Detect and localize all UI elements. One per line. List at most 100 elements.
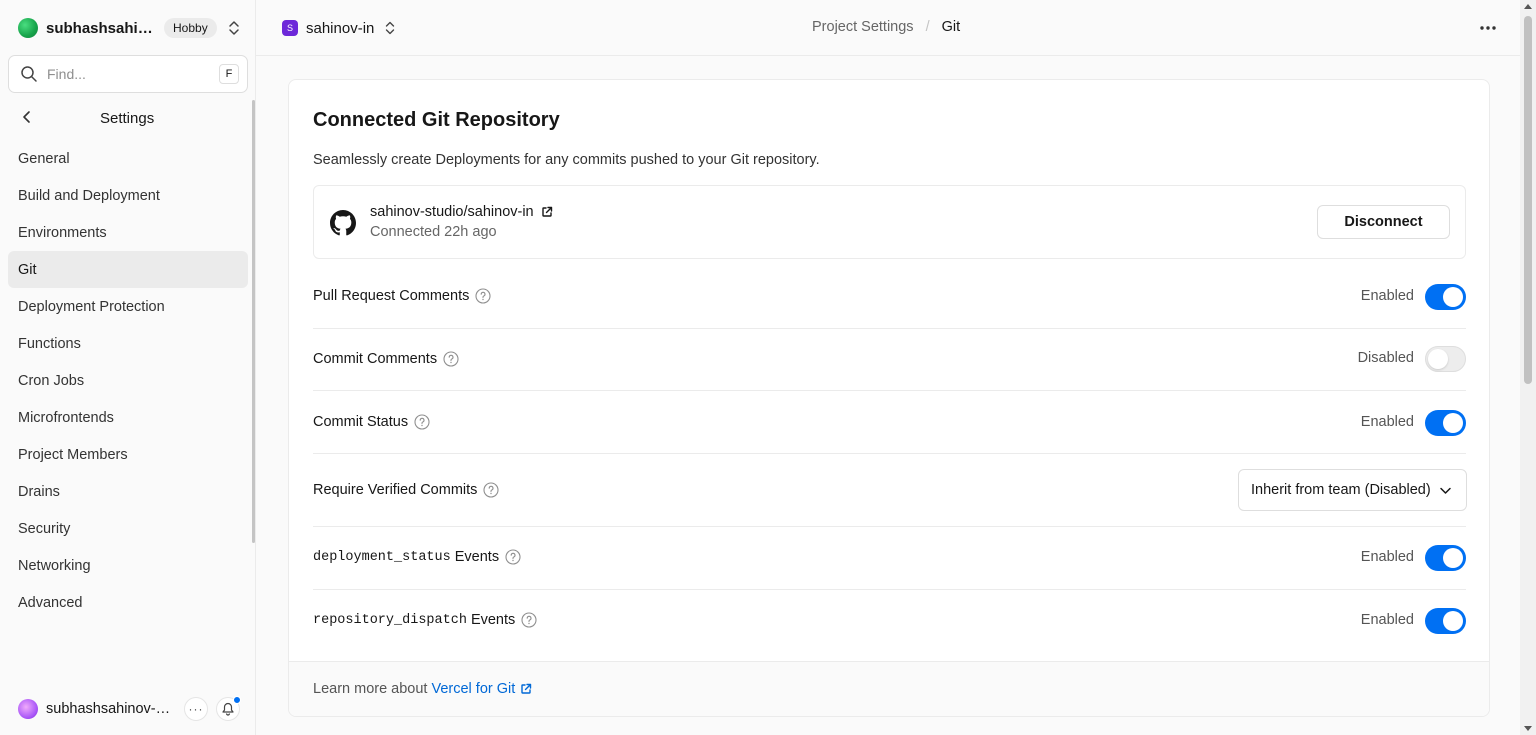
team-name: subhashsahinov's projects	[46, 19, 154, 37]
help-icon[interactable]	[505, 549, 521, 565]
chevron-up-down-icon[interactable]	[227, 20, 241, 36]
sidebar-item-git[interactable]: Git	[8, 251, 248, 288]
card-footer: Learn more about Vercel for Git	[289, 661, 1489, 716]
sidebar-item-environments[interactable]: Environments	[8, 214, 248, 251]
notification-dot	[233, 696, 241, 704]
search-icon	[21, 66, 37, 82]
footer-text: Learn more about Vercel for Git	[313, 681, 532, 697]
help-icon[interactable]	[443, 351, 459, 367]
sidebar-item-functions[interactable]: Functions	[8, 325, 248, 362]
scroll-down-arrow-icon[interactable]	[1524, 726, 1532, 731]
settings-title: Settings	[100, 110, 155, 127]
setting-label: Commit Comments	[313, 351, 459, 367]
sidebar: subhashsahinov's projects Hobby F Settin…	[0, 0, 256, 735]
vercel-for-git-link[interactable]: Vercel for Git	[431, 681, 515, 697]
sidebar-scrollbar[interactable]	[252, 100, 255, 543]
chevron-left-icon[interactable]	[20, 110, 34, 124]
repo-link[interactable]: sahinov-studio/sahinov-in	[370, 204, 553, 220]
setting-row-commit-status: Commit Status Enabled	[313, 391, 1466, 454]
search-box[interactable]: F	[8, 55, 248, 93]
setting-label: Commit Status	[313, 414, 430, 430]
setting-code: repository_dispatch	[313, 612, 467, 628]
setting-label-text: Events	[470, 612, 516, 628]
help-icon[interactable]	[483, 482, 499, 498]
setting-label: Pull Request Comments	[313, 288, 491, 304]
select-value: Inherit from team (Disabled)	[1251, 482, 1431, 498]
toggle-knob	[1443, 611, 1463, 631]
commit-status-toggle[interactable]	[1425, 410, 1466, 436]
sidebar-item-drains[interactable]: Drains	[8, 473, 248, 510]
card-title: Connected Git Repository	[313, 109, 560, 131]
setting-label-text: Require Verified Commits	[313, 482, 478, 498]
setting-row-require-verified-commits: Require Verified Commits Inherit from te…	[313, 454, 1467, 527]
breadcrumb-separator: /	[925, 19, 930, 35]
user-avatar	[18, 699, 38, 719]
setting-label-text: Events	[454, 549, 500, 565]
repo-connected-time: Connected 22h ago	[370, 224, 497, 240]
setting-row-pull-request-comments: Pull Request Comments Enabled	[313, 260, 1466, 329]
team-avatar	[18, 18, 38, 38]
project-switcher[interactable]: S sahinov-in	[282, 18, 396, 38]
sidebar-item-security[interactable]: Security	[8, 510, 248, 547]
git-settings-card: Connected Git Repository Seamlessly crea…	[288, 79, 1490, 717]
sidebar-item-general[interactable]: General	[8, 140, 248, 177]
setting-label: deployment_status Events	[313, 549, 521, 565]
plan-badge: Hobby	[164, 18, 217, 38]
user-name: subhashsahinov-7...	[46, 701, 174, 717]
status-text: Enabled	[1360, 414, 1414, 430]
chevron-down-icon	[1440, 487, 1451, 494]
sidebar-item-cron-jobs[interactable]: Cron Jobs	[8, 362, 248, 399]
team-switcher[interactable]: subhashsahinov's projects Hobby	[18, 17, 246, 39]
scrollbar-thumb[interactable]	[1524, 16, 1532, 384]
card-description: Seamlessly create Deployments for any co…	[313, 152, 820, 168]
external-link-icon	[541, 206, 552, 217]
help-icon[interactable]	[475, 288, 491, 304]
setting-label-text: Commit Status	[313, 414, 409, 430]
help-icon[interactable]	[414, 414, 430, 430]
page-menu-button[interactable]	[1478, 18, 1498, 38]
sidebar-item-microfrontends[interactable]: Microfrontends	[8, 399, 248, 436]
footer-label: Learn more about	[313, 681, 428, 697]
bell-icon	[222, 702, 234, 716]
setting-row-commit-comments: Commit Comments Disabled	[313, 329, 1466, 391]
setting-row-repository-dispatch-events: repository_dispatch Events Enabled	[313, 590, 1466, 661]
top-bar: S sahinov-in Project Settings / Git	[256, 0, 1520, 56]
more-options-button[interactable]: ···	[184, 697, 208, 721]
status-text: Enabled	[1360, 549, 1414, 565]
sidebar-item-build-and-deployment[interactable]: Build and Deployment	[8, 177, 248, 214]
notifications-button[interactable]	[216, 696, 241, 721]
ellipsis-icon	[1480, 26, 1496, 30]
scroll-up-arrow-icon[interactable]	[1524, 4, 1532, 9]
external-link-icon[interactable]	[520, 683, 532, 695]
disconnect-button[interactable]: Disconnect	[1317, 205, 1450, 239]
toggle-knob	[1443, 413, 1463, 433]
project-avatar: S	[282, 20, 298, 36]
breadcrumb: Project Settings / Git	[812, 19, 960, 35]
setting-label-text: Commit Comments	[313, 351, 438, 367]
window-scrollbar[interactable]	[1520, 0, 1536, 735]
toggle-knob	[1428, 349, 1448, 369]
search-shortcut-key: F	[219, 64, 239, 84]
setting-label-text: Pull Request Comments	[313, 288, 470, 304]
connected-repository: sahinov-studio/sahinov-in Connected 22h …	[313, 185, 1466, 259]
setting-label: repository_dispatch Events	[313, 612, 537, 628]
repository-dispatch-events-toggle[interactable]	[1425, 608, 1466, 634]
user-menu[interactable]: subhashsahinov-7... ···	[18, 696, 246, 721]
project-name: sahinov-in	[306, 19, 375, 37]
verified-commits-select[interactable]: Inherit from team (Disabled)	[1238, 469, 1467, 511]
search-input[interactable]	[47, 66, 197, 82]
sidebar-item-project-members[interactable]: Project Members	[8, 436, 248, 473]
settings-nav: General Build and Deployment Environment…	[8, 140, 248, 621]
sidebar-item-deployment-protection[interactable]: Deployment Protection	[8, 288, 248, 325]
pull-request-comments-toggle[interactable]	[1425, 284, 1466, 310]
deployment-status-events-toggle[interactable]	[1425, 545, 1466, 571]
help-icon[interactable]	[521, 612, 537, 628]
setting-label: Require Verified Commits	[313, 482, 499, 498]
status-text: Disabled	[1357, 350, 1414, 366]
commit-comments-toggle[interactable]	[1425, 346, 1466, 372]
sidebar-item-networking[interactable]: Networking	[8, 547, 248, 584]
toggle-knob	[1443, 287, 1463, 307]
github-icon	[330, 210, 356, 236]
sidebar-item-advanced[interactable]: Advanced	[8, 584, 248, 621]
breadcrumb-project-settings[interactable]: Project Settings	[812, 19, 914, 35]
